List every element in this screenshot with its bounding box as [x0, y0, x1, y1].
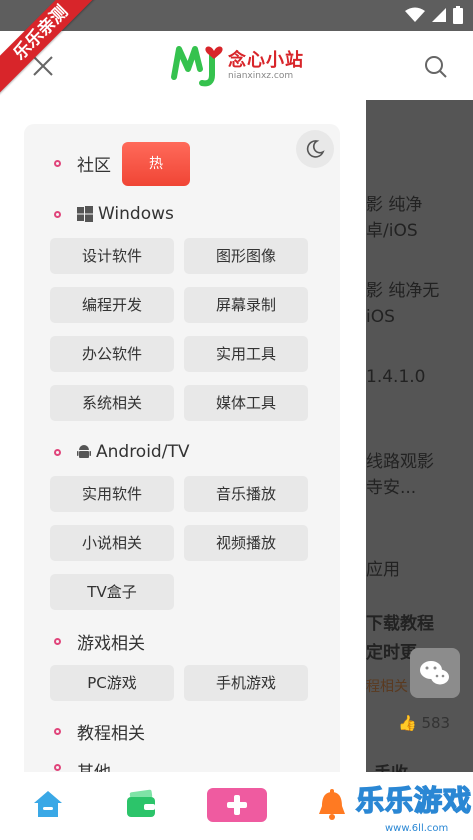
- tag-tv-box[interactable]: TV盒子: [50, 574, 174, 610]
- watermark-text: 乐乐游戏: [355, 784, 473, 817]
- tag-office[interactable]: 办公软件: [50, 336, 174, 372]
- wifi-icon: [405, 7, 425, 22]
- nav-notifications[interactable]: [315, 788, 349, 826]
- menu-item-label: 教程相关: [77, 723, 145, 744]
- menu-item-label: 其他: [77, 758, 111, 772]
- battery-icon: [453, 6, 463, 24]
- tag-screen-recording[interactable]: 屏幕录制: [184, 287, 308, 323]
- bg-text: 寺安...: [366, 478, 417, 498]
- bullet-icon: [54, 727, 61, 735]
- status-icons: [405, 6, 463, 24]
- bullet-icon: [54, 448, 61, 456]
- tag-practical-apps[interactable]: 实用软件: [50, 476, 174, 512]
- watermark-url: www.6ll.com: [385, 823, 449, 834]
- site-logo[interactable]: 念心小站 nianxinxz.com: [168, 41, 304, 91]
- wallet-icon: [127, 789, 155, 817]
- like-count-value: 583: [421, 714, 451, 732]
- moon-icon: [306, 140, 325, 158]
- menu-item-other[interactable]: 其他: [54, 758, 111, 772]
- nav-wallet[interactable]: [124, 788, 158, 824]
- bullet-icon: [54, 159, 61, 167]
- bullet-icon: [54, 210, 61, 218]
- android-icon: [77, 445, 91, 458]
- tag-music-player[interactable]: 音乐播放: [184, 476, 308, 512]
- tag-pc-games[interactable]: PC游戏: [50, 665, 174, 701]
- hot-badge: 热: [122, 142, 190, 186]
- nav-add-button[interactable]: [206, 787, 268, 827]
- bg-text: iOS: [366, 307, 395, 327]
- menu-item-games[interactable]: 游戏相关: [54, 626, 145, 656]
- dark-mode-toggle[interactable]: [296, 130, 334, 168]
- logo-text: 念心小站 nianxinxz.com: [228, 49, 304, 82]
- menu-item-label: Windows: [98, 204, 174, 224]
- thumb-icon: 👍: [398, 714, 417, 732]
- menu-item-windows[interactable]: Windows: [54, 199, 174, 229]
- wechat-button[interactable]: [410, 648, 460, 698]
- menu-item-android[interactable]: Android/TV: [54, 437, 189, 467]
- windows-icon: [77, 206, 93, 222]
- app-header: 念心小站 nianxinxz.com: [0, 31, 473, 100]
- like-count: 👍 583: [398, 711, 450, 735]
- bullet-icon: [54, 637, 61, 645]
- tag-programming[interactable]: 编程开发: [50, 287, 174, 323]
- bg-tag: 程相关: [366, 679, 408, 695]
- nav-home[interactable]: [31, 788, 65, 824]
- signal-icon: [432, 8, 446, 22]
- tag-media-tools[interactable]: 媒体工具: [184, 385, 308, 421]
- menu-item-label: Android/TV: [96, 442, 190, 462]
- logo-title: 念心小站: [228, 49, 304, 71]
- tag-system[interactable]: 系统相关: [50, 385, 174, 421]
- bg-text: 1.4.1.0: [366, 367, 426, 387]
- wechat-icon: [420, 661, 449, 685]
- bg-text: 手收: [374, 762, 408, 772]
- bg-text: 影 纯净无: [366, 281, 440, 301]
- bell-icon: [319, 789, 345, 820]
- search-icon[interactable]: [424, 55, 448, 79]
- plus-icon: [207, 788, 267, 822]
- bg-text: 影 纯净: [366, 195, 423, 215]
- bg-text: 线路观影: [366, 452, 434, 472]
- logo-mark-icon: [171, 46, 223, 87]
- bg-text: 下载教程: [366, 614, 434, 634]
- tag-video-player[interactable]: 视频播放: [184, 525, 308, 561]
- tag-design-software[interactable]: 设计软件: [50, 238, 174, 274]
- menu-item-tutorials[interactable]: 教程相关: [54, 716, 145, 746]
- tag-graphics[interactable]: 图形图像: [184, 238, 308, 274]
- logo-domain: nianxinxz.com: [228, 70, 294, 81]
- tag-novels[interactable]: 小说相关: [50, 525, 174, 561]
- bg-text: 卓/iOS: [366, 221, 418, 241]
- tag-utilities[interactable]: 实用工具: [184, 336, 308, 372]
- home-icon: [34, 791, 62, 817]
- tag-mobile-games[interactable]: 手机游戏: [184, 665, 308, 701]
- bg-text: 应用: [366, 560, 400, 580]
- menu-item-label: 游戏相关: [77, 633, 145, 654]
- menu-item-community[interactable]: 社区: [54, 148, 111, 178]
- bullet-icon: [54, 764, 61, 771]
- menu-item-label: 社区: [77, 155, 111, 176]
